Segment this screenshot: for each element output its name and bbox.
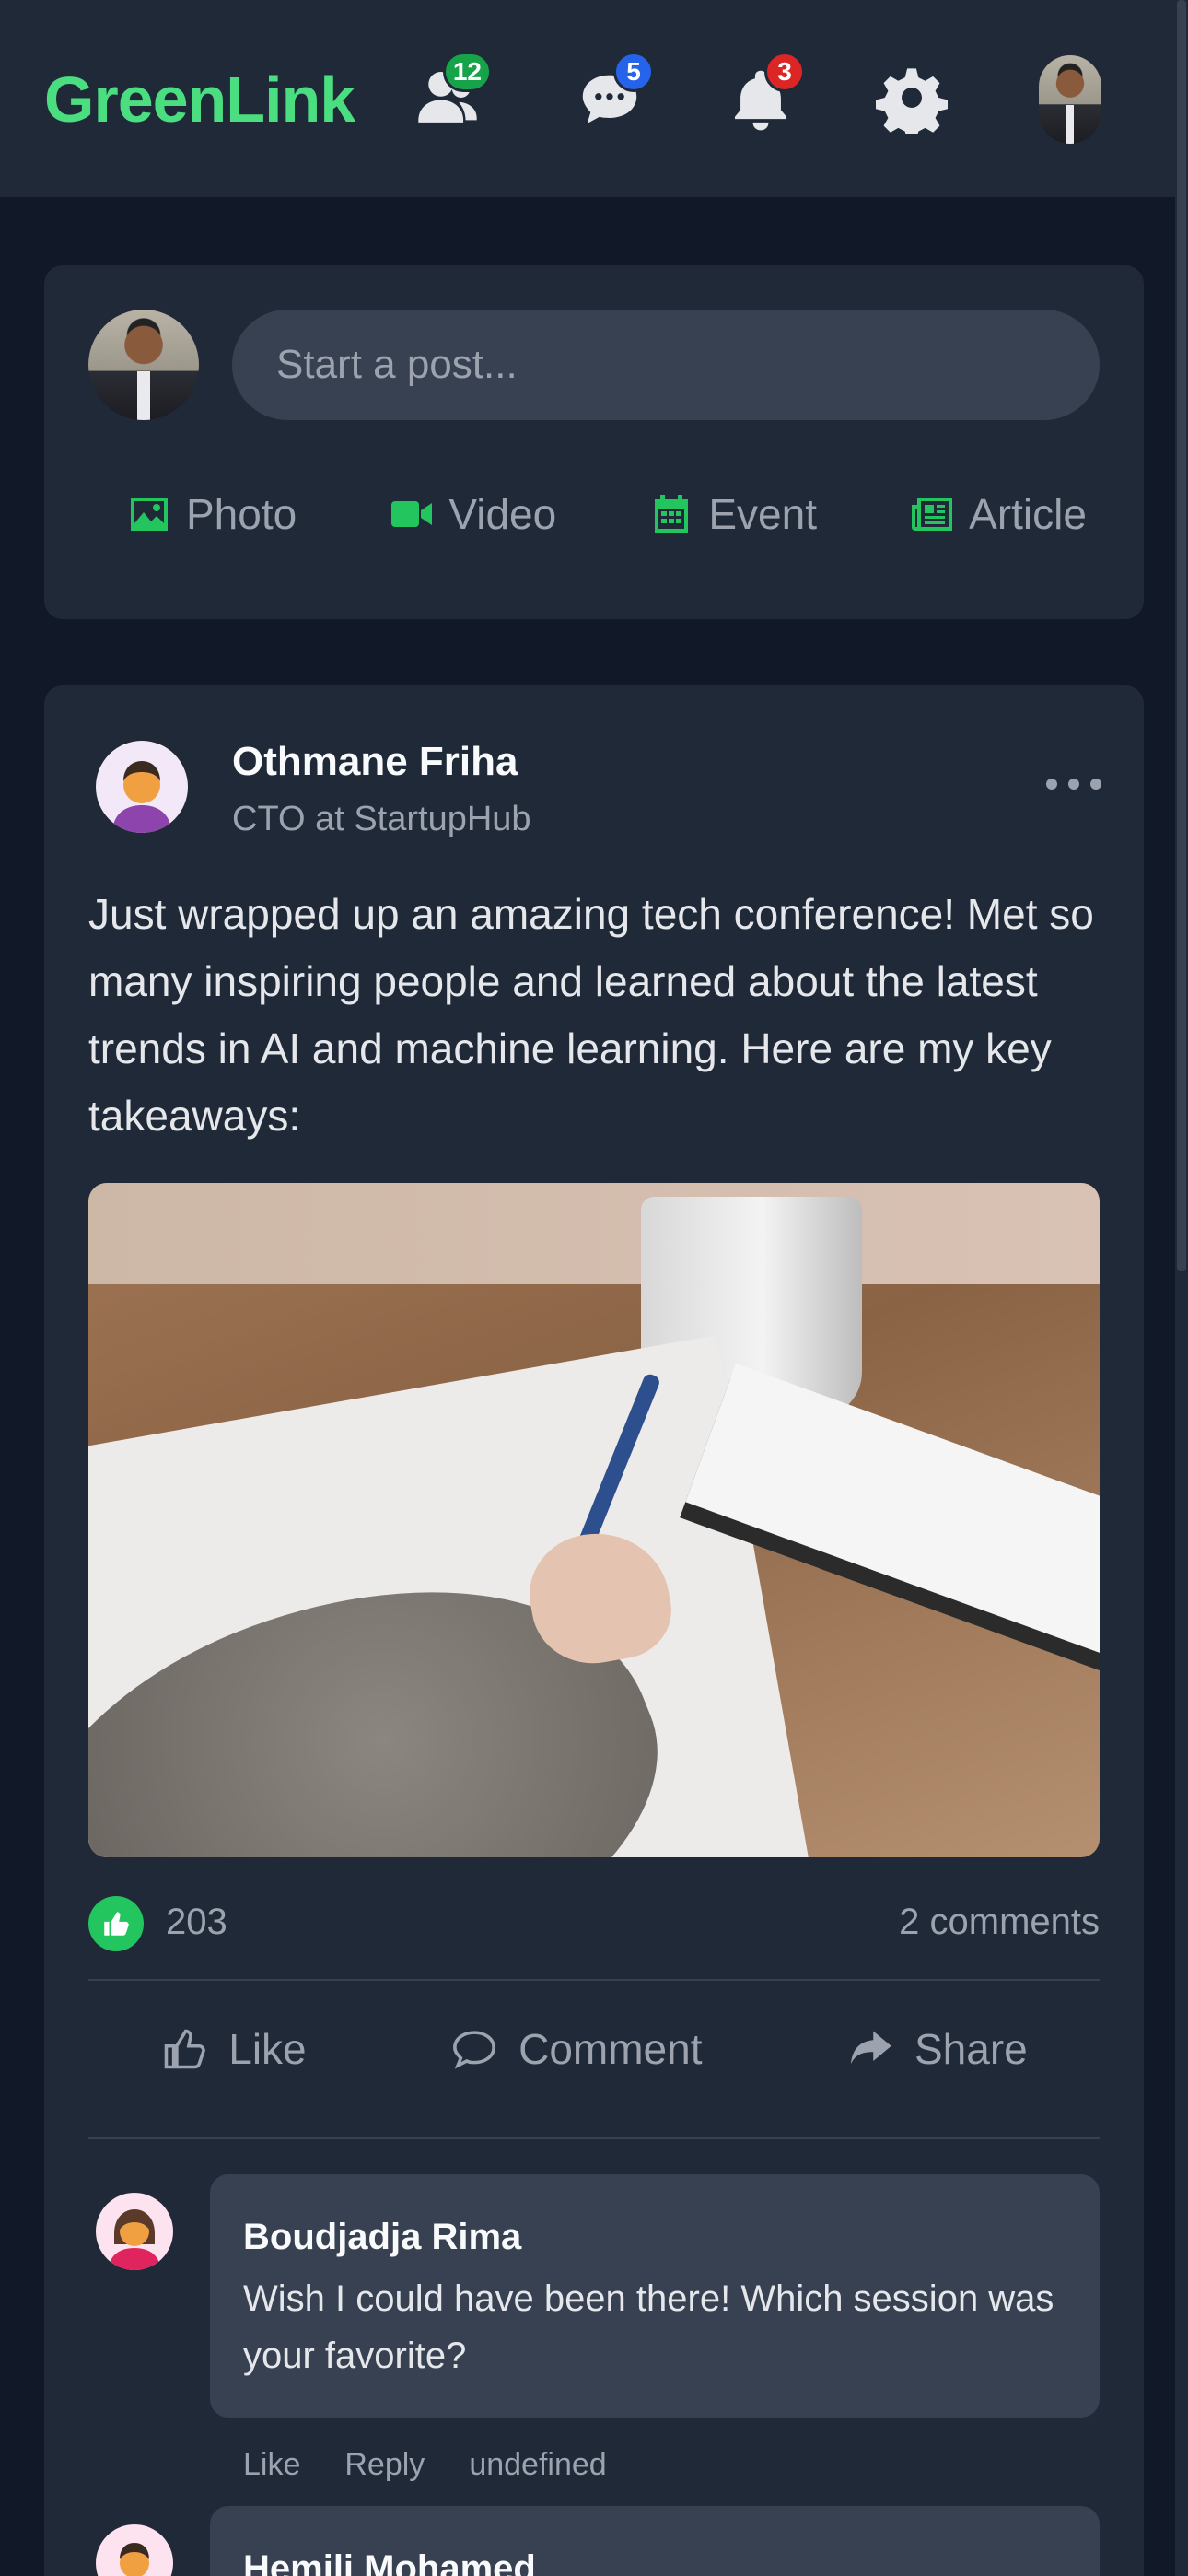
photo-button[interactable]: Photo [127,468,297,560]
post-actions: Like Comment Share [88,1994,1100,2104]
comment-timestamp: undefined [469,2447,607,2482]
divider [88,1979,1100,1981]
start-post-input[interactable]: Start a post... [232,310,1100,420]
post-composer: Start a post... Photo Video Event Articl… [44,265,1144,619]
profile-avatar[interactable] [1039,55,1101,144]
share-icon [850,2031,891,2065]
comment-author-name[interactable]: Hemili Mohamed [243,2548,536,2576]
comment-author-avatar[interactable] [96,2524,173,2576]
like-reaction-icon [88,1896,144,1951]
post-text: Just wrapped up an amazing tech conferen… [88,890,1094,1140]
comment-text: Wish I could have been there! Which sess… [243,2278,1054,2376]
video-button[interactable]: Video [390,468,556,560]
gear-icon [876,68,948,134]
composer-avatar [88,310,199,420]
like-button[interactable]: Like [160,2024,307,2074]
comment-bubble: Boudjadja Rima Wish I could have been th… [210,2174,1100,2418]
share-label: Share [914,2025,1028,2073]
video-icon [391,501,433,527]
notifications-badge: 3 [764,52,805,92]
post-author-name[interactable]: Othmane Friha [232,739,518,785]
network-nav-button[interactable]: 12 [402,52,494,144]
comment-button[interactable]: Comment [450,2024,703,2074]
comment-label: Comment [518,2025,703,2073]
post-author-role: CTO at StartupHub [232,800,531,838]
comment-author-avatar[interactable] [96,2193,173,2270]
composer-actions: Photo Video Event Article [88,468,1101,560]
comment-bubble: Hemili Mohamed [210,2506,1100,2576]
thumbs-up-icon [164,2029,206,2069]
messages-badge: 5 [613,52,654,92]
like-label: Like [228,2025,307,2073]
divider [88,2137,1100,2139]
event-button[interactable]: Event [649,468,817,560]
woman-emoji-icon [109,2209,160,2270]
event-label: Event [708,490,817,538]
ellipsis-icon [1046,779,1057,790]
post-image[interactable] [88,1183,1100,1857]
post-stats: 203 2 comments [88,1892,1100,1957]
comments-count[interactable]: 2 comments [899,1902,1100,1943]
comment-reply-button[interactable]: Reply [344,2447,425,2483]
photo-label: Photo [186,490,297,538]
share-button[interactable]: Share [846,2024,1028,2074]
video-label: Video [448,490,557,538]
image-icon [131,498,168,531]
article-label: Article [969,490,1087,538]
app-logo[interactable]: GreenLink [44,63,355,136]
post-author-avatar[interactable] [96,741,188,833]
comment-icon [453,2031,496,2069]
comment-like-button[interactable]: Like [243,2447,300,2483]
comment-meta: Like Reply undefined [243,2447,607,2483]
messages-nav-button[interactable]: 5 [564,52,656,144]
comment-author-name[interactable]: Boudjadja Rima [243,2217,521,2258]
notifications-nav-button[interactable]: 3 [715,52,807,144]
man-emoji-icon [120,2543,149,2576]
person-emoji-icon [112,761,171,833]
top-navbar: GreenLink 12 5 3 [0,0,1175,199]
calendar-icon [655,495,689,533]
network-badge: 12 [442,52,492,92]
likes-count[interactable]: 203 [166,1902,227,1943]
post-options-button[interactable] [1046,770,1101,798]
scrollbar-track[interactable] [1175,0,1188,2576]
settings-nav-button[interactable] [866,52,958,144]
feed-post: Othmane Friha CTO at StartupHub Just wra… [44,685,1144,2576]
newspaper-icon [912,498,953,531]
article-button[interactable]: Article [910,468,1087,560]
app-page: GreenLink 12 5 3 Start a post... Photo V… [0,0,1188,2576]
scrollbar-thumb[interactable] [1177,0,1186,1271]
